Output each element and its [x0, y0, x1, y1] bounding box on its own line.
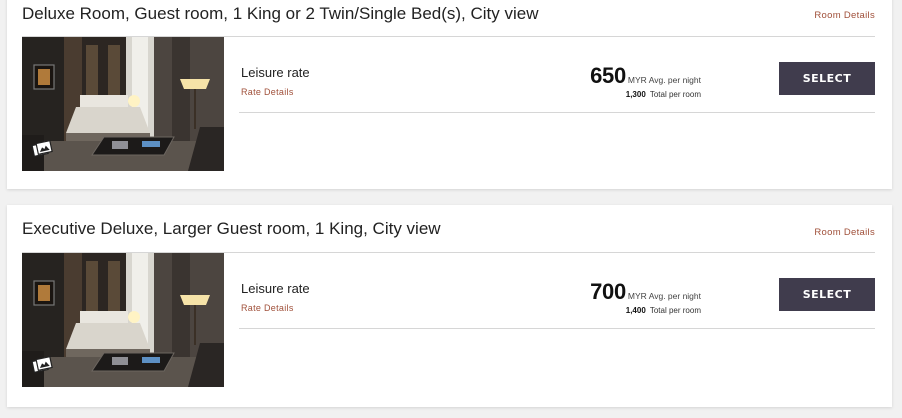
gallery-icon[interactable] [30, 137, 54, 161]
avg-price-unit: MYR Avg. per night [627, 291, 701, 301]
room-photo[interactable] [22, 37, 224, 171]
total-price-amount: 1,300 [625, 90, 646, 99]
rate-name: Leisure rate [241, 65, 310, 80]
room-card: Executive Deluxe, Larger Guest room, 1 K… [7, 205, 892, 407]
total-price: 1,400 Total per room [626, 306, 701, 315]
divider [239, 112, 875, 113]
avg-price: 700 MYR Avg. per night [590, 279, 701, 305]
avg-price-unit: MYR Avg. per night [627, 75, 701, 85]
rate-details-link[interactable]: Rate Details [241, 87, 294, 97]
rate-row: Leisure rate Rate Details 650 MYR Avg. p… [239, 37, 875, 113]
total-price: 1,300 Total per room [626, 90, 701, 99]
total-price-unit: Total per room [649, 306, 701, 315]
room-title: Deluxe Room, Guest room, 1 King or 2 Twi… [22, 4, 539, 23]
select-button[interactable]: SELECT [779, 62, 875, 95]
avg-price: 650 MYR Avg. per night [590, 63, 701, 89]
avg-price-amount: 700 [590, 279, 626, 304]
divider [239, 328, 875, 329]
rate-details-link[interactable]: Rate Details [241, 303, 294, 313]
rate-row: Leisure rate Rate Details 700 MYR Avg. p… [239, 253, 875, 329]
total-price-amount: 1,400 [625, 306, 646, 315]
avg-price-amount: 650 [590, 63, 626, 88]
rate-name: Leisure rate [241, 281, 310, 296]
room-details-link[interactable]: Room Details [814, 10, 875, 21]
gallery-icon[interactable] [30, 353, 54, 377]
room-card: Deluxe Room, Guest room, 1 King or 2 Twi… [7, 0, 892, 189]
room-title: Executive Deluxe, Larger Guest room, 1 K… [22, 219, 441, 238]
room-photo[interactable] [22, 253, 224, 387]
total-price-unit: Total per room [649, 90, 701, 99]
select-button[interactable]: SELECT [779, 278, 875, 311]
room-details-link[interactable]: Room Details [814, 227, 875, 238]
